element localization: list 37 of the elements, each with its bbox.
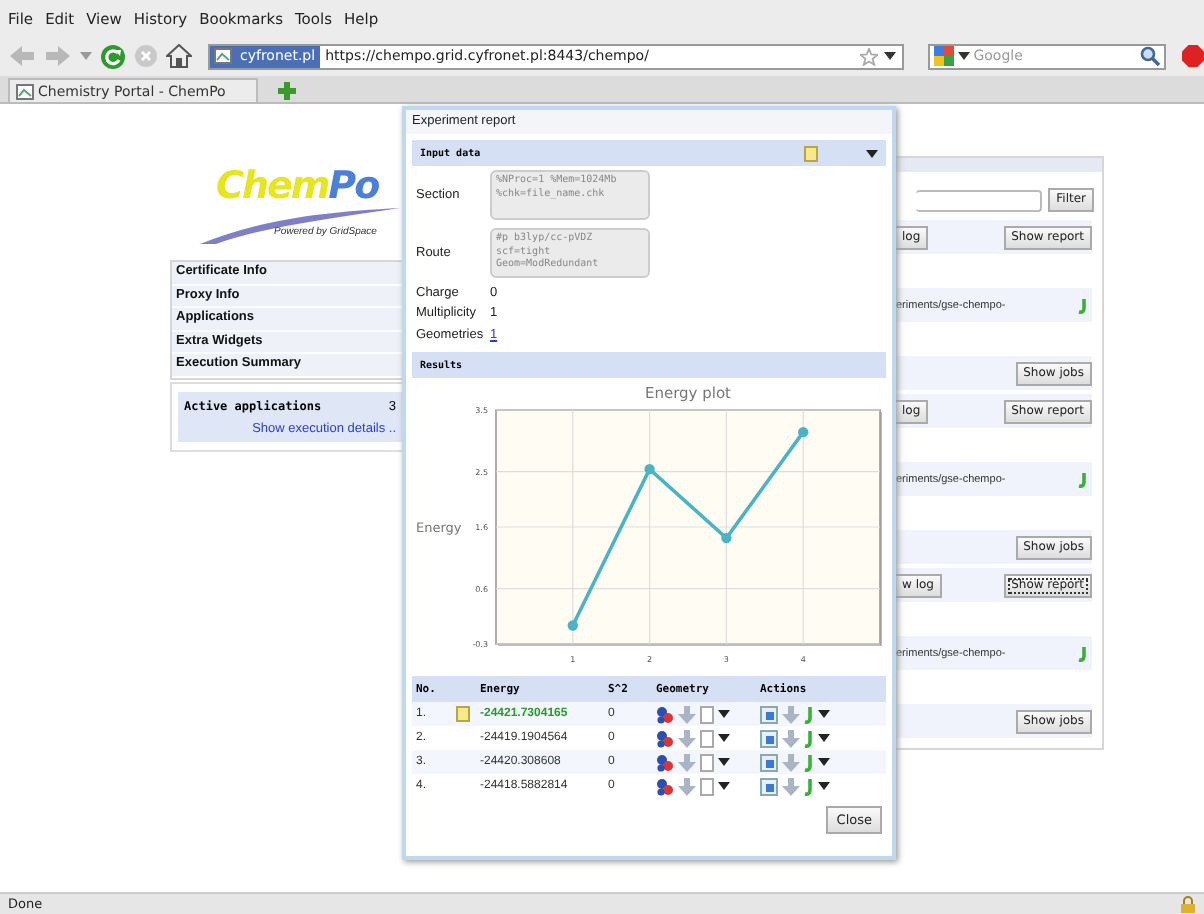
hook-icon[interactable] [1078, 297, 1088, 313]
home-icon[interactable] [166, 44, 192, 68]
data-point [721, 532, 732, 544]
caret-icon[interactable] [866, 149, 878, 157]
note-icon[interactable] [804, 145, 818, 161]
lock-icon [1180, 895, 1196, 913]
forward-icon[interactable] [44, 44, 72, 68]
molecule-icon[interactable] [656, 705, 674, 723]
data-point [567, 620, 578, 631]
molecule-icon[interactable] [656, 753, 674, 771]
molecule-icon[interactable] [656, 729, 674, 747]
caret-icon[interactable] [818, 710, 830, 718]
molecule-icon[interactable] [656, 777, 674, 795]
back-icon[interactable] [8, 44, 36, 68]
page-icon [16, 83, 34, 99]
bookmark-star-icon[interactable] [859, 47, 878, 65]
stop-icon[interactable] [134, 44, 158, 68]
caret-icon[interactable] [718, 734, 730, 742]
caret-icon[interactable] [818, 758, 830, 766]
reload-icon[interactable] [100, 43, 126, 69]
hook-icon[interactable] [1078, 471, 1088, 487]
new-tab-icon[interactable] [278, 82, 296, 100]
caret-icon[interactable] [818, 734, 830, 742]
caret-icon[interactable] [718, 782, 730, 790]
data-point [644, 463, 655, 475]
caret-icon[interactable] [718, 758, 730, 766]
caret-icon[interactable] [718, 710, 730, 718]
data-point [798, 426, 809, 438]
filter-field[interactable] [916, 189, 1043, 211]
caret-icon[interactable] [883, 52, 896, 60]
search-engine-icon[interactable] [933, 46, 954, 66]
adblock-icon[interactable] [1182, 44, 1204, 68]
caret-icon[interactable] [957, 52, 970, 60]
note-icon[interactable] [456, 706, 470, 722]
hook-icon[interactable] [1078, 645, 1088, 661]
search-icon[interactable] [1140, 46, 1161, 66]
caret-icon[interactable] [818, 782, 830, 790]
